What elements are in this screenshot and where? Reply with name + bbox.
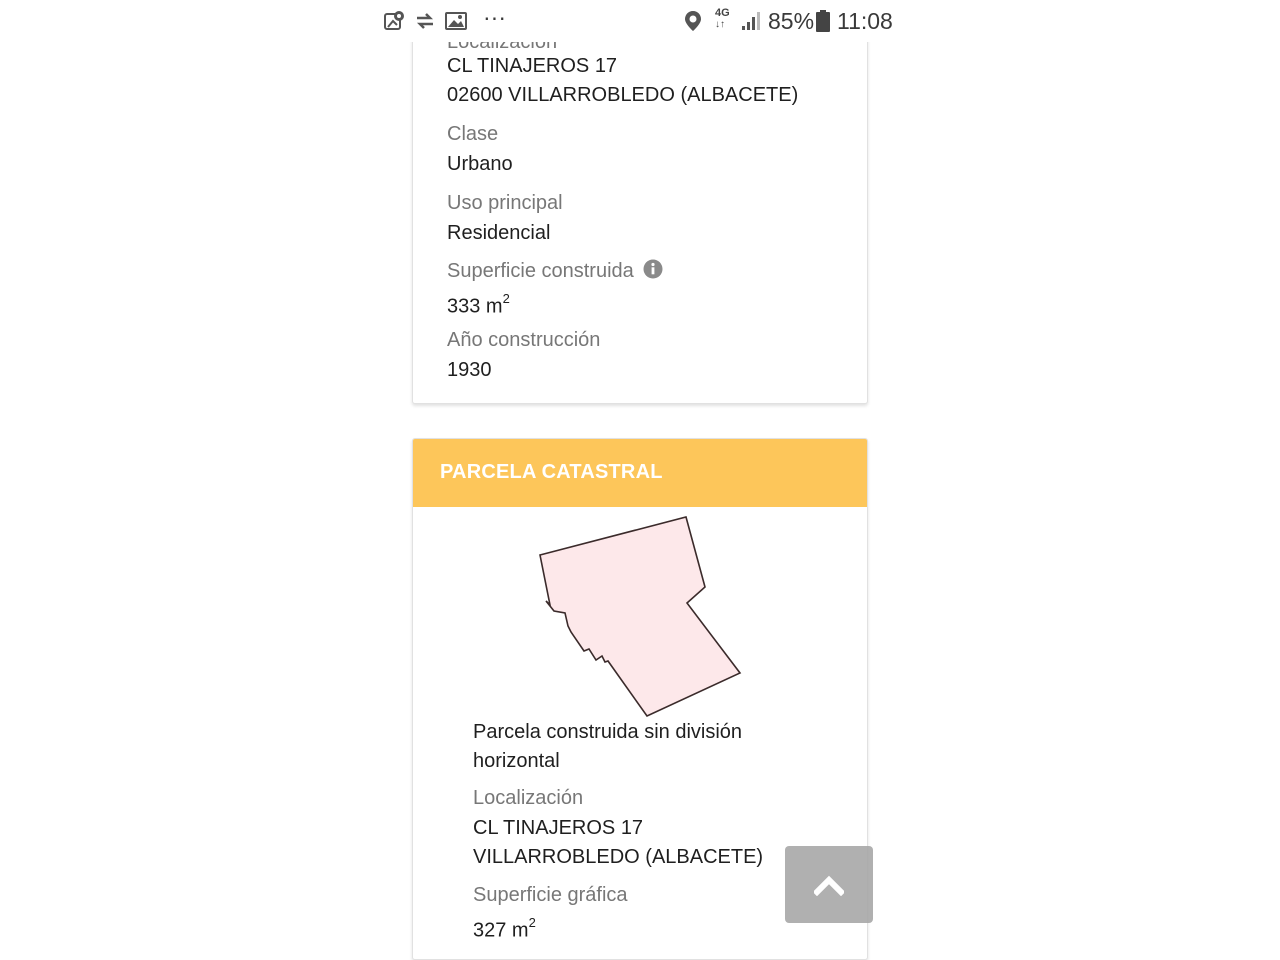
anio-construccion-value: 1930 xyxy=(447,359,492,381)
parcela-card-header: PARCELA CATASTRAL xyxy=(413,439,867,507)
signal-icon xyxy=(740,6,762,36)
clase-value: Urbano xyxy=(447,153,513,175)
parcel-polygon xyxy=(539,516,742,718)
address-line-1: CL TINAJEROS 17 xyxy=(447,55,618,77)
parcel-description-line-2: horizontal xyxy=(473,750,560,772)
superficie-grafica-number: 327 m xyxy=(473,919,529,942)
uso-principal-value: Residencial xyxy=(447,222,551,244)
info-icon[interactable] xyxy=(643,259,663,285)
address-line-2: 02600 VILLARROBLEDO (ALBACETE) xyxy=(447,84,799,106)
scroll-to-top-button[interactable] xyxy=(785,846,873,923)
superficie-grafica-unit-sup: 2 xyxy=(528,915,536,930)
network-type-text: 4G xyxy=(715,7,730,19)
maps-notification-icon xyxy=(384,6,406,36)
parcel-description-line-1: Parcela construida sin división xyxy=(473,721,743,743)
superficie-construida-unit-sup: 2 xyxy=(502,291,510,306)
gallery-icon xyxy=(445,6,467,36)
transfer-icon xyxy=(414,6,436,36)
superficie-grafica-value: 327 m2 xyxy=(473,913,536,943)
uso-principal-label: Uso principal xyxy=(447,192,563,214)
network-type-label: 4G ↓↑ xyxy=(715,8,730,38)
parcel-address-line-1: CL TINAJEROS 17 xyxy=(473,817,644,839)
parcel-localizacion-label: Localización xyxy=(473,787,584,809)
more-notifications: ··· xyxy=(483,3,506,30)
superficie-construida-label-text: Superficie construida xyxy=(447,260,634,282)
superficie-construida-label: Superficie construida xyxy=(447,259,663,285)
data-arrows-icon: ↓↑ xyxy=(715,19,725,30)
superficie-construida-value: 333 m2 xyxy=(447,289,510,319)
battery-percent: 85% xyxy=(768,7,815,34)
clock: 11:08 xyxy=(837,7,893,34)
location-icon xyxy=(684,6,702,36)
clase-label: Clase xyxy=(447,123,499,145)
parcel-address-line-2: VILLARROBLEDO (ALBACETE) xyxy=(473,846,764,868)
chevron-up-icon xyxy=(814,875,844,896)
building-info-card: Localización CL TINAJEROS 17 02600 VILLA… xyxy=(412,20,868,404)
superficie-grafica-label: Superficie gráfica xyxy=(473,884,628,906)
parcel-shape-image xyxy=(539,516,742,718)
anio-construccion-label: Año construcción xyxy=(447,329,601,351)
parcela-card-title: PARCELA CATASTRAL xyxy=(440,461,663,483)
battery-icon xyxy=(815,6,831,36)
superficie-construida-number: 333 m xyxy=(447,295,503,318)
status-bar: ··· 4G ↓↑ 85% 11:08 xyxy=(0,0,1280,42)
